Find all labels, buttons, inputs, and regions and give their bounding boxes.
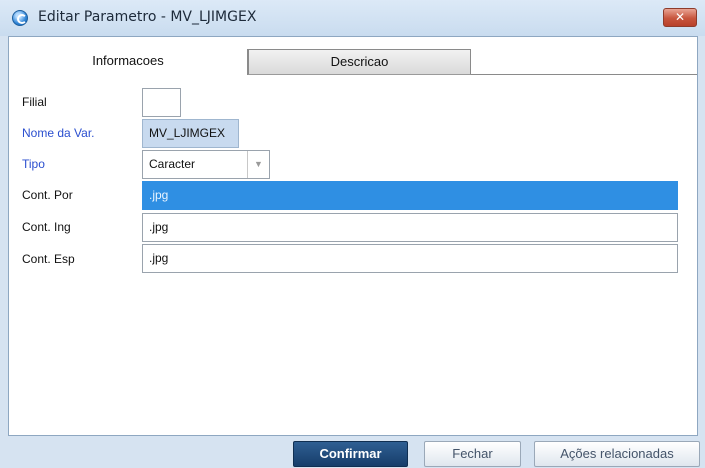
tab-informacoes-label: Informacoes (92, 53, 164, 68)
cont-por-label: Cont. Por (22, 188, 73, 202)
related-actions-button[interactable]: Ações relacionadas (534, 441, 700, 467)
confirm-button[interactable]: Confirmar (293, 441, 408, 467)
app-icon (12, 10, 28, 26)
chevron-down-icon[interactable]: ▼ (247, 151, 269, 178)
window-title: Editar Parametro - MV_LJIMGEX (38, 9, 257, 25)
cont-ing-label: Cont. Ing (22, 220, 71, 234)
filial-label: Filial (22, 95, 47, 109)
tab-descricao[interactable]: Descricao (248, 49, 471, 75)
nome-var-label: Nome da Var. (22, 126, 95, 140)
tab-informacoes[interactable]: Informacoes (9, 49, 248, 75)
close-button[interactable]: Fechar (424, 441, 521, 467)
close-icon[interactable]: ✕ (663, 8, 697, 27)
tipo-select[interactable]: Caracter ▼ (142, 150, 270, 179)
dialog-window: Editar Parametro - MV_LJIMGEX ✕ Informac… (0, 0, 705, 468)
filial-field[interactable] (142, 88, 181, 117)
tab-descricao-label: Descricao (330, 54, 389, 69)
cont-esp-field[interactable]: .jpg (142, 244, 678, 273)
tipo-label: Tipo (22, 157, 45, 171)
cont-ing-field[interactable]: .jpg (142, 213, 678, 242)
tab-divider (471, 74, 697, 75)
cont-por-field[interactable]: .jpg (142, 181, 678, 210)
cont-esp-label: Cont. Esp (22, 252, 75, 266)
title-bar[interactable]: Editar Parametro - MV_LJIMGEX ✕ (0, 0, 705, 36)
nome-var-field[interactable]: MV_LJIMGEX (142, 119, 239, 148)
tipo-selected-value: Caracter (149, 157, 196, 171)
